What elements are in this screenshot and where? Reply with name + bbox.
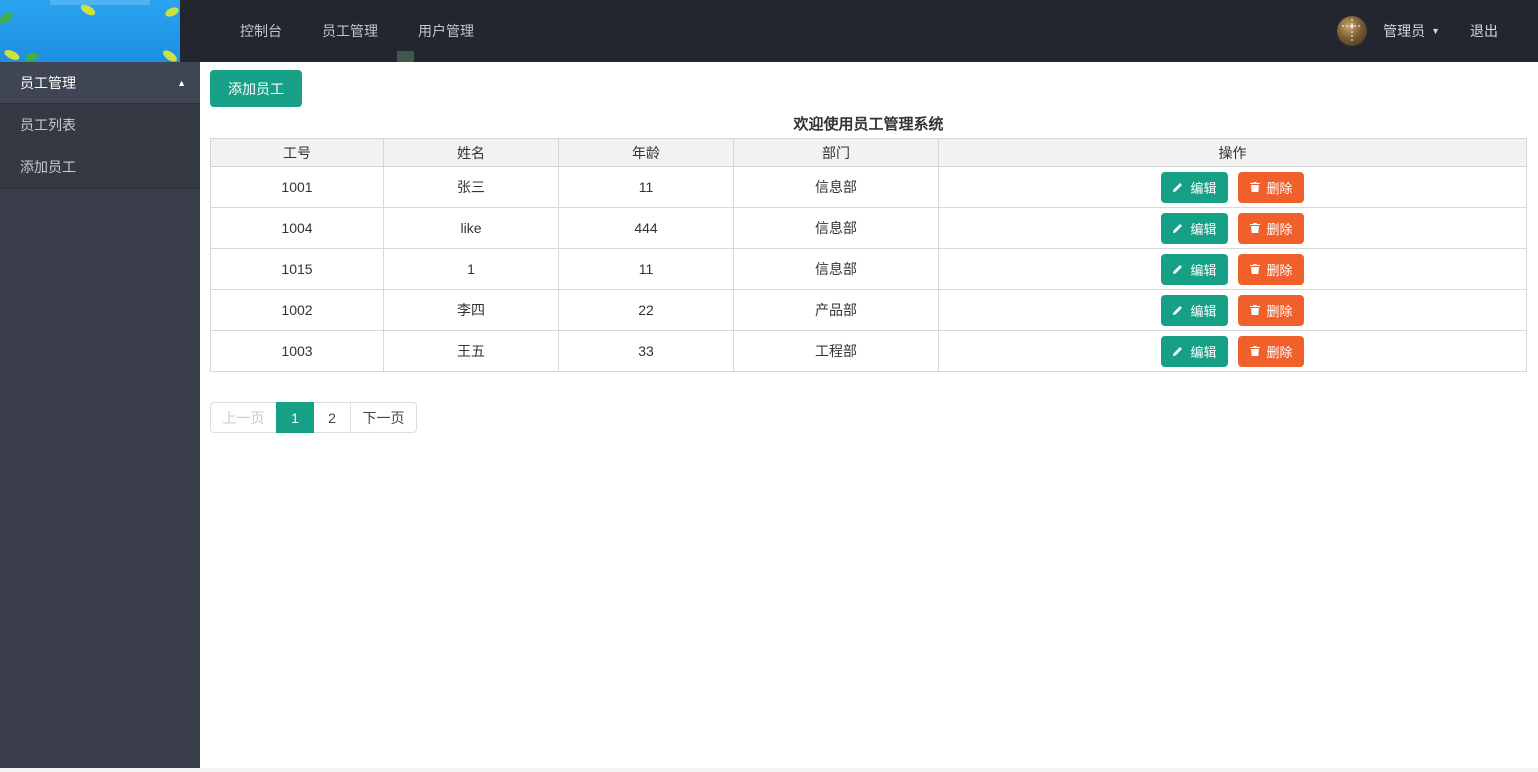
- page-button-1[interactable]: 1: [276, 402, 314, 433]
- col-header-id: 工号: [210, 138, 384, 167]
- cell-name: 王五: [383, 330, 559, 372]
- cell-id: 1002: [210, 289, 384, 331]
- prev-page-button[interactable]: 上一页: [210, 402, 277, 433]
- cell-id: 1003: [210, 330, 384, 372]
- logout-link[interactable]: 退出: [1470, 21, 1498, 41]
- edit-button[interactable]: 编辑: [1161, 212, 1228, 244]
- cell-age: 444: [558, 207, 734, 249]
- cell-name: like: [383, 207, 559, 249]
- table-row: 1001 张三 11 信息部 编辑 删除: [210, 166, 1527, 208]
- delete-button[interactable]: 删除: [1237, 171, 1304, 203]
- table-row: 1015 1 11 信息部 编辑 删除: [210, 248, 1527, 290]
- avatar[interactable]: [1337, 16, 1368, 46]
- table-row: 1002 李四 22 产品部 编辑 删除: [210, 289, 1527, 331]
- trash-icon: [1249, 222, 1261, 234]
- cell-name: 李四: [383, 289, 559, 331]
- user-name: 管理员: [1383, 23, 1426, 39]
- pencil-icon: [1172, 222, 1184, 234]
- sidebar-menu-employee-mgmt[interactable]: 员工管理 ▲: [0, 62, 200, 104]
- edit-button-label: 编辑: [1190, 262, 1217, 278]
- cell-dept: 信息部: [733, 207, 939, 249]
- delete-button[interactable]: 删除: [1237, 335, 1304, 367]
- delete-button-label: 删除: [1266, 344, 1293, 360]
- nav-item-employee-mgmt[interactable]: 员工管理: [302, 0, 398, 62]
- col-header-age: 年龄: [558, 138, 734, 167]
- pencil-icon: [1172, 345, 1184, 357]
- col-header-dept: 部门: [733, 138, 939, 167]
- delete-button[interactable]: 删除: [1237, 294, 1304, 326]
- cell-dept: 信息部: [733, 248, 939, 290]
- cell-age: 11: [558, 248, 734, 290]
- edit-button[interactable]: 编辑: [1161, 335, 1228, 367]
- cell-age: 33: [558, 330, 734, 372]
- table-row: 1004 like 444 信息部 编辑 删除: [210, 207, 1527, 249]
- pencil-icon: [1172, 304, 1184, 316]
- col-header-actions: 操作: [938, 138, 1527, 167]
- sidebar-item-employee-list[interactable]: 员工列表: [0, 104, 200, 146]
- edit-button-label: 编辑: [1190, 303, 1217, 319]
- trash-icon: [1249, 304, 1261, 316]
- sidebar: 员工管理 ▲ 员工列表 添加员工: [0, 62, 200, 768]
- cell-dept: 工程部: [733, 330, 939, 372]
- edit-button[interactable]: 编辑: [1161, 253, 1228, 285]
- main-content: 添加员工 欢迎使用员工管理系统 工号 姓名 年龄 部门 操作 1001 张三 1…: [200, 62, 1538, 768]
- trash-icon: [1249, 263, 1261, 275]
- cell-id: 1015: [210, 248, 384, 290]
- pencil-icon: [1172, 263, 1184, 275]
- cell-name: 1: [383, 248, 559, 290]
- delete-button-label: 删除: [1266, 180, 1293, 196]
- chevron-down-icon: ▼: [1431, 26, 1440, 36]
- welcome-title: 欢迎使用员工管理系统: [793, 116, 944, 133]
- pagination: 上一页 1 2 下一页: [210, 402, 417, 433]
- pencil-icon: [1172, 181, 1184, 193]
- nav-active-indicator: [397, 51, 414, 62]
- user-menu[interactable]: 管理员 ▼: [1377, 21, 1446, 41]
- cell-name: 张三: [383, 166, 559, 208]
- col-header-name: 姓名: [383, 138, 559, 167]
- cell-dept: 产品部: [733, 289, 939, 331]
- delete-button-label: 删除: [1266, 303, 1293, 319]
- table-row: 1003 王五 33 工程部 编辑 删除: [210, 330, 1527, 372]
- chevron-up-icon: ▲: [177, 77, 186, 88]
- trash-icon: [1249, 345, 1261, 357]
- logo-image: [0, 0, 180, 62]
- edit-button-label: 编辑: [1190, 221, 1217, 237]
- edit-button-label: 编辑: [1190, 344, 1217, 360]
- next-page-button[interactable]: 下一页: [350, 402, 417, 433]
- cell-age: 11: [558, 166, 734, 208]
- employee-table: 工号 姓名 年龄 部门 操作 1001 张三 11 信息部 编辑 删除 1004…: [210, 138, 1527, 372]
- cell-dept: 信息部: [733, 166, 939, 208]
- nav-item-console[interactable]: 控制台: [220, 0, 302, 62]
- page-button-2[interactable]: 2: [313, 402, 351, 433]
- edit-button-label: 编辑: [1190, 180, 1217, 196]
- navbar-right: 管理员 ▼ 退出: [1337, 0, 1498, 62]
- sidebar-item-add-employee[interactable]: 添加员工: [0, 146, 200, 188]
- cell-age: 22: [558, 289, 734, 331]
- delete-button[interactable]: 删除: [1237, 253, 1304, 285]
- edit-button[interactable]: 编辑: [1161, 171, 1228, 203]
- cell-id: 1001: [210, 166, 384, 208]
- delete-button[interactable]: 删除: [1237, 212, 1304, 244]
- sidebar-menu-label: 员工管理: [20, 74, 76, 91]
- table-header-row: 工号 姓名 年龄 部门 操作: [210, 138, 1527, 167]
- delete-button-label: 删除: [1266, 262, 1293, 278]
- sidebar-submenu: 员工列表 添加员工: [0, 104, 200, 189]
- delete-button-label: 删除: [1266, 221, 1293, 237]
- add-employee-button[interactable]: 添加员工: [210, 70, 302, 107]
- cell-id: 1004: [210, 207, 384, 249]
- top-navbar: 控制台 员工管理 用户管理 管理员 ▼ 退出: [0, 0, 1538, 62]
- main-nav: 控制台 员工管理 用户管理: [220, 0, 494, 62]
- edit-button[interactable]: 编辑: [1161, 294, 1228, 326]
- trash-icon: [1249, 181, 1261, 193]
